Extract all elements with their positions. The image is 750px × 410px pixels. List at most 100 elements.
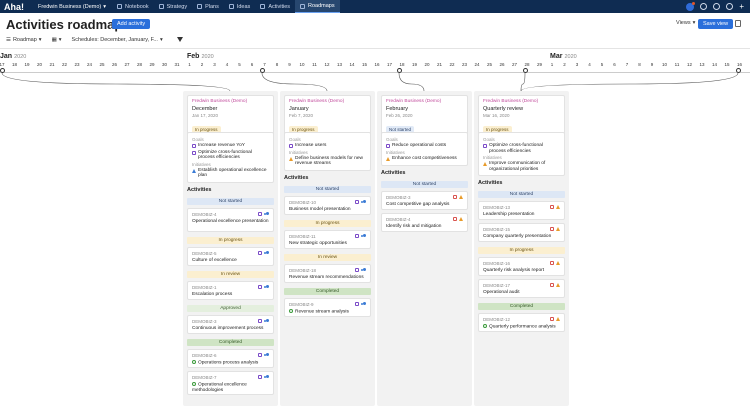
comment-icon[interactable] — [258, 375, 262, 379]
comment-icon[interactable] — [550, 261, 554, 265]
status-group-header: In progress — [187, 237, 274, 244]
users-icon[interactable] — [264, 212, 269, 216]
comment-icon[interactable] — [258, 251, 262, 255]
activity-card[interactable]: DEMOBIZ-7 Operational excellence methodol… — [187, 371, 274, 395]
status-group-header: Completed — [187, 339, 274, 346]
activity-card[interactable]: DEMOBIZ-4 Operational excellence presenta… — [187, 208, 274, 232]
comment-icon[interactable] — [258, 212, 262, 216]
schedule-name[interactable]: December — [192, 106, 269, 112]
warning-icon[interactable] — [556, 261, 560, 265]
comment-icon[interactable] — [258, 319, 262, 323]
activity-card[interactable]: DEMOBIZ-3 Continuous improvement process — [187, 315, 274, 334]
comment-icon[interactable] — [453, 195, 457, 199]
activity-id[interactable]: DEMOBIZ-15 — [483, 227, 560, 232]
warning-icon[interactable] — [556, 227, 560, 231]
activity-card[interactable]: DEMOBIZ-4 Identify risk and mitigation — [381, 213, 468, 232]
activity-card[interactable]: DEMOBIZ-12 Quarterly performance analysis — [478, 313, 565, 332]
activity-card[interactable]: DEMOBIZ-18 Revenue stream recommendations — [284, 264, 371, 283]
users-icon[interactable] — [264, 353, 269, 357]
check-icon — [192, 382, 196, 386]
activity-id[interactable]: DEMOBIZ-13 — [483, 205, 560, 210]
comment-icon[interactable] — [453, 217, 457, 221]
activity-card[interactable]: DEMOBIZ-13 Leadership presentation — [478, 201, 565, 220]
comment-icon[interactable] — [355, 268, 359, 272]
schedule-lane: Fredwin Business (Demo) December Jan 17, 2… — [183, 91, 278, 406]
workspace-label[interactable]: Fredwin Business (Demo) — [386, 99, 463, 104]
activity-name: Continuous improvement process — [192, 326, 264, 331]
card-icons — [258, 212, 269, 216]
activity-name: Business model presentation — [289, 207, 351, 212]
activity-card[interactable]: DEMOBIZ-15 Company quarterly presentation — [478, 223, 565, 242]
goal-link[interactable]: Reduce operational costs — [386, 143, 463, 149]
goal-icon — [386, 144, 390, 148]
comment-icon[interactable] — [550, 205, 554, 209]
activity-name: New strategic opportunities — [289, 241, 347, 246]
goal-link[interactable]: Increase revenue YoY — [192, 143, 269, 149]
users-icon[interactable] — [361, 200, 366, 204]
initiative-link[interactable]: Define business models for new revenue s… — [289, 156, 366, 167]
status-group-header: In progress — [478, 247, 565, 254]
activity-card[interactable]: DEMOBIZ-5 Culture of excellence — [187, 247, 274, 266]
users-icon[interactable] — [361, 234, 366, 238]
warning-icon[interactable] — [556, 205, 560, 209]
status-group-header: Not started — [284, 186, 371, 193]
activity-card[interactable]: DEMOBIZ-16 Quarterly risk analysis report — [478, 257, 565, 276]
warning-icon[interactable] — [556, 317, 560, 321]
initiative-link[interactable]: Establish operational excellence plan — [192, 168, 269, 179]
schedule-name[interactable]: February — [386, 106, 463, 112]
card-icons — [258, 285, 269, 289]
warning-icon[interactable] — [556, 283, 560, 287]
comment-icon[interactable] — [258, 353, 262, 357]
connector-line — [520, 72, 739, 92]
activity-card[interactable]: DEMOBIZ-3 Cost competitive gap analysis — [381, 191, 468, 210]
users-icon[interactable] — [264, 319, 269, 323]
schedule-name[interactable]: January — [289, 106, 366, 112]
activity-id[interactable]: DEMOBIZ-17 — [483, 283, 560, 288]
users-icon[interactable] — [361, 302, 366, 306]
comment-icon[interactable] — [550, 317, 554, 321]
goals-label: Goals — [192, 137, 204, 142]
users-icon[interactable] — [264, 375, 269, 379]
status-group-header: Not started — [187, 198, 274, 205]
workspace-label[interactable]: Fredwin Business (Demo) — [483, 99, 560, 104]
goal-icon — [192, 144, 196, 148]
goal-link[interactable]: Increase users — [289, 143, 366, 149]
users-icon[interactable] — [361, 268, 366, 272]
activity-name: Operational excellence methodologies — [192, 382, 247, 393]
linked-records-card: Goals Increase users Initiatives Define bus… — [284, 132, 371, 171]
activity-card[interactable]: DEMOBIZ-6 Operations process analysis — [187, 349, 274, 368]
comment-icon[interactable] — [550, 283, 554, 287]
card-icons — [355, 268, 366, 272]
comment-icon[interactable] — [355, 234, 359, 238]
warning-icon[interactable] — [459, 195, 463, 199]
schedule-name[interactable]: Quarterly review — [483, 106, 560, 112]
activity-card[interactable]: DEMOBIZ-1 Escalation process — [187, 281, 274, 300]
goal-link[interactable]: Optimize cross-functional process effici… — [483, 143, 560, 154]
activity-name: Revenue stream recommendations — [289, 275, 364, 280]
initiative-link[interactable]: Enhance cost competitiveness — [386, 156, 463, 162]
users-icon[interactable] — [264, 285, 269, 289]
status-group-header: In progress — [284, 220, 371, 227]
activity-name: Leadership presentation — [483, 212, 535, 217]
activity-id[interactable]: DEMOBIZ-3 — [386, 195, 463, 200]
initiative-icon — [483, 162, 487, 166]
schedule-lane: Fredwin Business (Demo) Quarterly review M… — [474, 91, 569, 406]
users-icon[interactable] — [264, 251, 269, 255]
comment-icon[interactable] — [258, 285, 262, 289]
comment-icon[interactable] — [550, 227, 554, 231]
activity-id[interactable]: DEMOBIZ-16 — [483, 261, 560, 266]
comment-icon[interactable] — [355, 302, 359, 306]
workspace-label[interactable]: Fredwin Business (Demo) — [289, 99, 366, 104]
workspace-label[interactable]: Fredwin Business (Demo) — [192, 99, 269, 104]
warning-icon[interactable] — [459, 217, 463, 221]
comment-icon[interactable] — [355, 200, 359, 204]
activity-id[interactable]: DEMOBIZ-12 — [483, 317, 560, 322]
schedule-date: Jan 17, 2020 — [192, 113, 219, 118]
activity-card[interactable]: DEMOBIZ-10 Business model presentation — [284, 196, 371, 215]
activity-card[interactable]: DEMOBIZ-9 Revenue stream analysis — [284, 298, 371, 317]
activity-card[interactable]: DEMOBIZ-17 Operational audit — [478, 279, 565, 298]
initiative-link[interactable]: Improve communication of organizational … — [483, 161, 560, 172]
goal-link[interactable]: Optimize cross-functional process effici… — [192, 150, 269, 161]
activity-id[interactable]: DEMOBIZ-4 — [386, 217, 463, 222]
activity-card[interactable]: DEMOBIZ-11 New strategic opportunities — [284, 230, 371, 249]
